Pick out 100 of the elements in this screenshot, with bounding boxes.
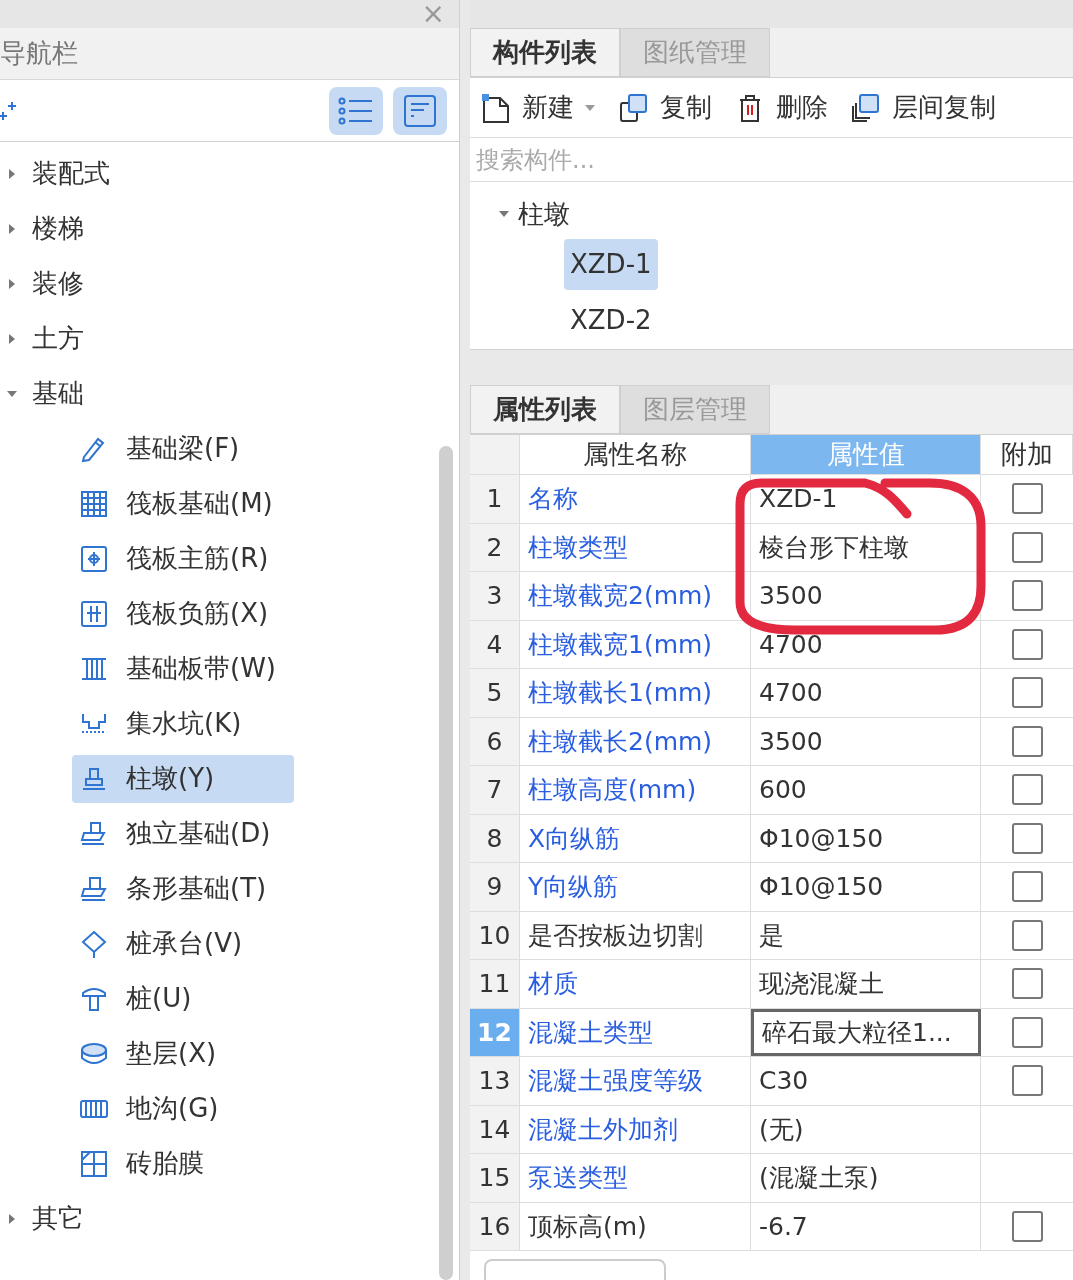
tree-item[interactable]: XZD-2 bbox=[564, 294, 658, 346]
tab[interactable]: 属性列表 bbox=[470, 385, 620, 434]
property-name: 混凝土强度等级 bbox=[520, 1057, 751, 1105]
layers-copy-icon bbox=[850, 91, 882, 124]
checkbox[interactable] bbox=[1011, 483, 1043, 515]
tree-item[interactable]: 垫层(X) bbox=[72, 1029, 294, 1078]
tab[interactable]: 构件列表 bbox=[470, 28, 620, 77]
tree-item[interactable]: 基础板带(W) bbox=[72, 644, 294, 693]
property-value: 棱台形下柱墩 bbox=[759, 531, 909, 564]
property-name: 名称 bbox=[520, 475, 751, 523]
tree-item[interactable]: 土方 bbox=[32, 319, 84, 358]
tree-item[interactable]: 基础梁(F) bbox=[72, 424, 294, 473]
property-value: 是 bbox=[759, 919, 784, 952]
property-value: 4700 bbox=[759, 677, 823, 709]
column-header[interactable]: 附加 bbox=[981, 435, 1073, 474]
copy-icon bbox=[618, 91, 650, 124]
row-number[interactable]: 10 bbox=[470, 911, 520, 959]
property-value: (无) bbox=[759, 1113, 804, 1146]
checkbox[interactable] bbox=[1011, 725, 1043, 757]
checkbox[interactable] bbox=[1011, 531, 1043, 563]
row-number[interactable]: 8 bbox=[470, 814, 520, 862]
property-name: 混凝土外加剂 bbox=[520, 1105, 751, 1153]
property-value: -6.7 bbox=[759, 1210, 808, 1243]
tree-item[interactable]: 筏板基础(M) bbox=[72, 479, 294, 528]
detail-view-button[interactable] bbox=[393, 86, 447, 135]
tree-item[interactable]: 柱墩 bbox=[518, 194, 570, 234]
checkbox[interactable] bbox=[1011, 774, 1043, 806]
property-name: 柱墩截长2(mm) bbox=[520, 717, 751, 765]
checkbox[interactable] bbox=[1011, 1210, 1043, 1242]
property-value: 现浇混凝土 bbox=[759, 968, 884, 1000]
property-value: 3500 bbox=[759, 725, 823, 758]
tree-item[interactable]: 筏板负筋(X) bbox=[72, 589, 294, 638]
property-value: XZD-1 bbox=[759, 483, 838, 515]
document-list-icon bbox=[402, 92, 438, 129]
row-number[interactable]: 6 bbox=[470, 717, 520, 765]
property-name: 柱墩类型 bbox=[520, 523, 751, 571]
tree-item[interactable]: 柱墩(Y) bbox=[72, 754, 294, 803]
property-name: X向纵筋 bbox=[520, 814, 751, 862]
row-number[interactable]: 2 bbox=[470, 523, 520, 571]
checkbox[interactable] bbox=[1011, 580, 1043, 612]
tree-item[interactable]: 集水坑(K) bbox=[72, 699, 294, 748]
property-value: 3500 bbox=[759, 580, 823, 612]
property-value: (混凝土泵) bbox=[759, 1162, 879, 1194]
row-number[interactable]: 1 bbox=[470, 475, 520, 523]
property-name: 顶标高(m) bbox=[520, 1202, 751, 1250]
toolbar-button[interactable]: 层间复制 bbox=[850, 88, 996, 127]
row-number[interactable]: 13 bbox=[470, 1057, 520, 1105]
row-number[interactable]: 4 bbox=[470, 620, 520, 668]
row-number[interactable]: 5 bbox=[470, 669, 520, 717]
checkbox[interactable] bbox=[1011, 628, 1043, 660]
property-name: 柱墩截宽2(mm) bbox=[520, 572, 751, 620]
property-value: Φ10@150 bbox=[759, 822, 884, 855]
scrollbar[interactable] bbox=[439, 446, 453, 1280]
row-number[interactable]: 11 bbox=[470, 960, 520, 1008]
property-name: 柱墩高度(mm) bbox=[520, 766, 751, 814]
row-number[interactable]: 9 bbox=[470, 863, 520, 911]
tree-item[interactable]: 地沟(G) bbox=[72, 1084, 294, 1133]
tree-item[interactable]: 桩承台(V) bbox=[72, 919, 294, 968]
tree-item[interactable]: XZD-1 bbox=[564, 238, 658, 290]
list-view-button[interactable] bbox=[329, 86, 383, 135]
search-field[interactable]: 搜索构件... bbox=[476, 141, 1073, 178]
selected-cell[interactable]: 碎石最大粒径1... bbox=[751, 1008, 981, 1056]
caret-icon bbox=[584, 103, 596, 112]
property-value: C30 bbox=[759, 1065, 809, 1097]
checkbox[interactable] bbox=[1011, 677, 1043, 709]
panel-title: 导航栏 bbox=[0, 37, 78, 70]
property-name: 柱墩截宽1(mm) bbox=[520, 620, 751, 668]
tree-item[interactable]: 条形基础(T) bbox=[72, 864, 294, 913]
checkbox[interactable] bbox=[1011, 871, 1043, 903]
toolbar-button[interactable]: 复制 bbox=[618, 88, 712, 127]
property-value: 600 bbox=[759, 774, 807, 806]
tree-item[interactable]: 基础 bbox=[32, 374, 84, 413]
list-icon bbox=[338, 96, 374, 125]
property-name: Y向纵筋 bbox=[520, 863, 751, 911]
toolbar-button[interactable]: 删除 bbox=[734, 88, 828, 127]
property-value: 4700 bbox=[759, 628, 823, 661]
tree-item[interactable]: 筏板主筋(R) bbox=[72, 534, 294, 583]
new-file-icon bbox=[480, 91, 512, 124]
checkbox[interactable] bbox=[1011, 822, 1043, 854]
tree-item[interactable]: 装修 bbox=[32, 264, 84, 303]
property-value: 碎石最大粒径1... bbox=[762, 1016, 952, 1049]
tree-item[interactable]: 楼梯 bbox=[32, 209, 84, 248]
tree-item[interactable]: 砖胎膜 bbox=[72, 1139, 294, 1188]
row-number[interactable]: 3 bbox=[470, 572, 520, 620]
row-number[interactable]: 15 bbox=[470, 1154, 520, 1202]
tree-item[interactable]: 装配式 bbox=[32, 154, 110, 193]
tree-item[interactable]: 桩(U) bbox=[72, 974, 294, 1023]
checkbox[interactable] bbox=[1011, 919, 1043, 951]
toolbar-button[interactable]: 新建 bbox=[480, 88, 596, 127]
property-value: Φ10@150 bbox=[759, 871, 884, 903]
checkbox[interactable] bbox=[1011, 1016, 1043, 1048]
row-number[interactable]: 7 bbox=[470, 766, 520, 814]
tree-item[interactable]: 独立基础(D) bbox=[72, 809, 294, 858]
checkbox[interactable] bbox=[1011, 968, 1043, 1000]
row-number[interactable]: 14 bbox=[470, 1105, 520, 1153]
checkbox[interactable] bbox=[1011, 1065, 1043, 1097]
property-name: 材质 bbox=[520, 960, 751, 1008]
property-name: 柱墩截长1(mm) bbox=[520, 669, 751, 717]
row-number[interactable]: 16 bbox=[470, 1202, 520, 1250]
tree-item[interactable]: 其它 bbox=[32, 1199, 84, 1238]
